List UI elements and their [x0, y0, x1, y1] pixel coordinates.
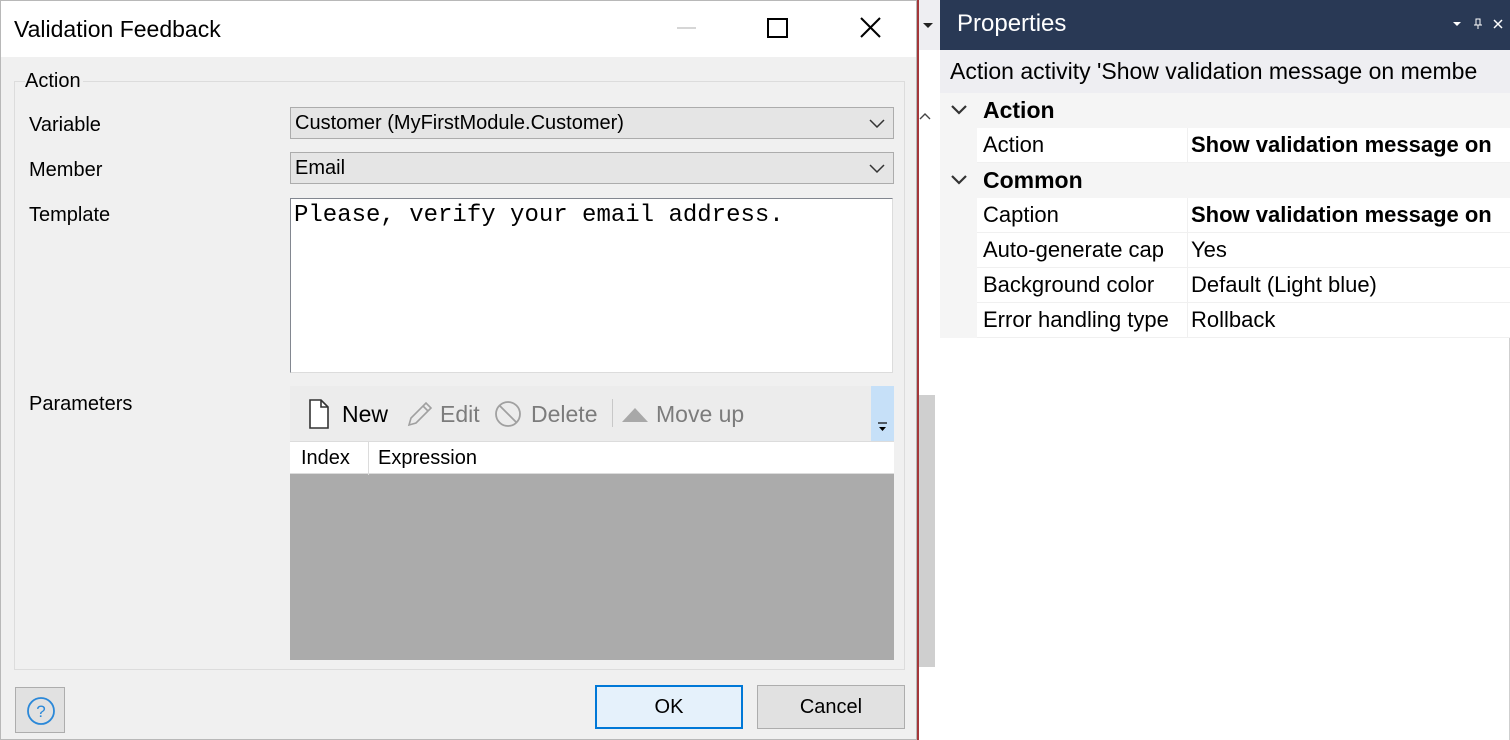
maximize-button[interactable] — [755, 9, 801, 49]
row-gutter — [940, 198, 977, 233]
editor-tab-strip — [919, 0, 940, 50]
toolbar-overflow-button[interactable] — [871, 386, 894, 441]
help-icon: ? — [27, 697, 55, 725]
tab-dropdown-icon[interactable] — [922, 21, 934, 31]
overflow-chevron-icon — [878, 422, 887, 431]
close-icon — [860, 17, 881, 38]
grid-header: Index Expression — [290, 441, 894, 475]
row-gutter — [940, 233, 977, 268]
property-row-error-handling-type[interactable]: Error handling type Rollback — [940, 303, 1510, 338]
svg-text:?: ? — [36, 702, 45, 721]
column-divider — [1187, 268, 1188, 303]
variable-value: Customer (MyFirstModule.Customer) — [295, 112, 624, 134]
properties-pane: Properties Action activity 'Show validat… — [940, 0, 1510, 740]
member-label: Member — [29, 159, 103, 181]
pencil-icon — [407, 401, 433, 427]
properties-subtitle: Action activity 'Show validation message… — [940, 50, 1510, 93]
row-gutter — [940, 268, 977, 303]
column-divider — [1187, 233, 1188, 268]
parameters-grid[interactable]: Index Expression — [290, 441, 894, 660]
new-document-icon — [309, 399, 329, 429]
minimize-icon — [677, 27, 696, 29]
triangle-up-icon — [622, 408, 648, 422]
column-divider — [1187, 303, 1188, 338]
column-divider — [1187, 198, 1188, 233]
delete-label: Delete — [531, 401, 598, 427]
property-row-action[interactable]: Action Show validation message on — [940, 128, 1510, 163]
property-row-caption[interactable]: Caption Show validation message on — [940, 198, 1510, 233]
validation-feedback-dialog: Validation Feedback Action Variable Cust… — [0, 0, 917, 740]
property-value[interactable]: Show validation message on — [1191, 132, 1510, 158]
variable-label: Variable — [29, 114, 101, 136]
pane-options-icon[interactable] — [1451, 18, 1463, 30]
move-up-label: Move up — [656, 401, 745, 427]
editor-scrollbar[interactable] — [919, 395, 935, 667]
category-action[interactable]: Action — [940, 93, 1510, 128]
dialog-title: Validation Feedback — [14, 16, 221, 42]
template-label: Template — [29, 204, 111, 226]
maximize-icon — [767, 18, 788, 38]
pin-icon[interactable] — [1472, 18, 1484, 30]
property-row-auto-generate-caption[interactable]: Auto-generate cap Yes — [940, 233, 1510, 268]
template-textarea[interactable]: Please, verify your email address. — [290, 198, 893, 373]
category-common[interactable]: Common — [940, 163, 1510, 198]
properties-title: Properties — [957, 10, 1067, 37]
close-button[interactable] — [847, 9, 893, 49]
chevron-down-icon — [869, 164, 885, 174]
property-name: Error handling type — [983, 307, 1169, 332]
minimize-button[interactable] — [663, 9, 709, 49]
chevron-down-icon — [869, 119, 885, 129]
chevron-up-icon — [919, 113, 931, 120]
help-button[interactable]: ? — [15, 687, 65, 733]
editor-edge-strip — [917, 0, 940, 740]
variable-dropdown[interactable]: Customer (MyFirstModule.Customer) — [290, 107, 894, 139]
category-label: Action — [983, 97, 1055, 123]
group-label-action: Action — [25, 70, 83, 93]
property-name: Auto-generate cap — [983, 237, 1165, 262]
column-divider — [1187, 128, 1188, 163]
column-divider — [368, 442, 369, 475]
property-name: Caption — [983, 202, 1059, 227]
chevron-down-icon — [951, 175, 967, 185]
toolbar-separator — [612, 399, 613, 427]
column-header-expression[interactable]: Expression — [378, 447, 477, 470]
ok-button[interactable]: OK — [595, 685, 743, 729]
close-icon[interactable] — [1492, 18, 1504, 30]
property-value[interactable]: Default (Light blue) — [1191, 272, 1510, 298]
member-dropdown[interactable]: Email — [290, 152, 894, 184]
new-label: New — [342, 401, 389, 427]
property-row-background-color[interactable]: Background color Default (Light blue) — [940, 268, 1510, 303]
parameters-toolbar: New Edit Delete Move up — [290, 386, 894, 441]
parameters-label: Parameters — [29, 393, 133, 415]
property-value[interactable]: Rollback — [1191, 307, 1510, 333]
property-value[interactable]: Show validation message on — [1191, 202, 1510, 228]
chevron-down-icon — [951, 105, 967, 115]
property-value[interactable]: Yes — [1191, 237, 1510, 263]
column-header-index[interactable]: Index — [301, 447, 350, 470]
category-label: Common — [983, 167, 1083, 193]
property-name: Action — [983, 132, 1045, 157]
row-gutter — [940, 303, 977, 338]
cancel-button[interactable]: Cancel — [757, 685, 905, 729]
properties-header: Properties — [940, 0, 1510, 50]
dialog-titlebar[interactable]: Validation Feedback — [1, 1, 916, 57]
row-gutter — [940, 128, 977, 163]
member-value: Email — [295, 157, 346, 179]
property-name: Background color — [983, 272, 1155, 297]
edit-label: Edit — [440, 401, 480, 427]
prohibited-icon — [495, 401, 521, 427]
